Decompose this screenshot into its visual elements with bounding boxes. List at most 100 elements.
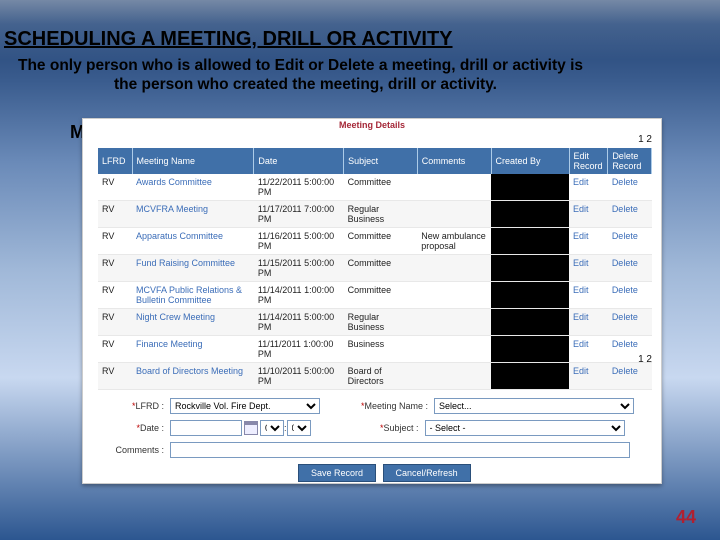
cell-subject: Business: [344, 336, 418, 363]
edit-link[interactable]: Edit: [569, 201, 608, 228]
cell-lfrd: RV: [98, 309, 132, 336]
label-date: *Date :: [98, 423, 170, 433]
label-comments: Comments :: [98, 445, 170, 455]
edit-link[interactable]: Edit: [569, 309, 608, 336]
th-comments[interactable]: Comments: [417, 148, 491, 174]
delete-link[interactable]: Delete: [608, 255, 652, 282]
edit-link[interactable]: Edit: [569, 363, 608, 390]
panel-title: Meeting Details: [82, 120, 662, 130]
cell-created-by-redacted: [491, 201, 569, 228]
th-delete[interactable]: Delete Record: [608, 148, 652, 174]
table-row: RVFund Raising Committee11/15/2011 5:00:…: [98, 255, 652, 282]
date-input[interactable]: [170, 420, 242, 436]
cell-name-link[interactable]: MCVFA Public Relations & Bulletin Commit…: [132, 282, 254, 309]
form-row-2: *Date : 00 : 00 *Subject : - Select -: [98, 420, 652, 436]
th-name[interactable]: Meeting Name: [132, 148, 254, 174]
edit-link[interactable]: Edit: [569, 228, 608, 255]
pager-bottom[interactable]: 1 2: [638, 354, 652, 365]
pager-top[interactable]: 1 2: [638, 134, 652, 145]
delete-link[interactable]: Delete: [608, 363, 652, 390]
cell-created-by-redacted: [491, 336, 569, 363]
cell-name-link[interactable]: Apparatus Committee: [132, 228, 254, 255]
cell-subject: Regular Business: [344, 309, 418, 336]
table-row: RVBoard of Directors Meeting11/10/2011 5…: [98, 363, 652, 390]
cell-lfrd: RV: [98, 336, 132, 363]
cell-subject: Committee: [344, 255, 418, 282]
cell-created-by-redacted: [491, 309, 569, 336]
form-buttons: Save Record Cancel/Refresh: [298, 464, 652, 482]
cell-subject: Committee: [344, 228, 418, 255]
cell-subject: Committee: [344, 174, 418, 201]
meeting-details-panel: Meeting Details 1 2 LFRD Meeting Name Da…: [82, 118, 662, 484]
delete-link[interactable]: Delete: [608, 228, 652, 255]
cell-comments: [417, 174, 491, 201]
cell-subject: Committee: [344, 282, 418, 309]
cell-comments: New ambulance proposal: [417, 228, 491, 255]
cell-comments: [417, 255, 491, 282]
edit-link[interactable]: Edit: [569, 174, 608, 201]
cell-comments: [417, 363, 491, 390]
th-created-by[interactable]: Created By: [491, 148, 569, 174]
delete-link[interactable]: Delete: [608, 282, 652, 309]
cell-date: 11/16/2011 5:00:00 PM: [254, 228, 344, 255]
calendar-icon[interactable]: [244, 421, 258, 435]
cell-name-link[interactable]: MCVFRA Meeting: [132, 201, 254, 228]
slide-title: SCHEDULING A MEETING, DRILL OR ACTIVITY: [4, 28, 453, 51]
cell-name-link[interactable]: Awards Committee: [132, 174, 254, 201]
table-row: RVMCVFRA Meeting11/17/2011 7:00:00 PMReg…: [98, 201, 652, 228]
meeting-form: *LFRD : Rockville Vol. Fire Dept. *Meeti…: [98, 398, 652, 482]
label-lfrd: *LFRD :: [98, 401, 170, 411]
slide: SCHEDULING A MEETING, DRILL OR ACTIVITY …: [0, 0, 720, 540]
cell-comments: [417, 201, 491, 228]
label-subject: *Subject :: [347, 423, 425, 433]
page-number: 44: [676, 507, 696, 528]
table-row: RVApparatus Committee11/16/2011 5:00:00 …: [98, 228, 652, 255]
subtitle-line1: The only person who is allowed to Edit o…: [18, 57, 583, 74]
cancel-button[interactable]: Cancel/Refresh: [383, 464, 471, 482]
cell-lfrd: RV: [98, 201, 132, 228]
form-row-1: *LFRD : Rockville Vol. Fire Dept. *Meeti…: [98, 398, 652, 414]
edit-link[interactable]: Edit: [569, 336, 608, 363]
table-row: RVMCVFA Public Relations & Bulletin Comm…: [98, 282, 652, 309]
save-button[interactable]: Save Record: [298, 464, 376, 482]
edit-link[interactable]: Edit: [569, 282, 608, 309]
hour-select[interactable]: 00: [260, 420, 284, 436]
delete-link[interactable]: Delete: [608, 201, 652, 228]
cell-created-by-redacted: [491, 363, 569, 390]
meetings-table: LFRD Meeting Name Date Subject Comments …: [98, 148, 652, 390]
cell-lfrd: RV: [98, 255, 132, 282]
comments-input[interactable]: [170, 442, 630, 458]
cell-comments: [417, 336, 491, 363]
cell-name-link[interactable]: Fund Raising Committee: [132, 255, 254, 282]
delete-link[interactable]: Delete: [608, 309, 652, 336]
form-row-3: Comments :: [98, 442, 652, 458]
th-edit[interactable]: Edit Record: [569, 148, 608, 174]
slide-subtitle: The only person who is allowed to Edit o…: [18, 56, 700, 95]
minute-select[interactable]: 00: [287, 420, 311, 436]
delete-link[interactable]: Delete: [608, 174, 652, 201]
cell-created-by-redacted: [491, 174, 569, 201]
cell-name-link[interactable]: Night Crew Meeting: [132, 309, 254, 336]
cell-lfrd: RV: [98, 228, 132, 255]
th-subject[interactable]: Subject: [344, 148, 418, 174]
meeting-name-select[interactable]: Select...: [434, 398, 634, 414]
th-lfrd[interactable]: LFRD: [98, 148, 132, 174]
cell-date: 11/14/2011 1:00:00 PM: [254, 282, 344, 309]
cell-subject: Regular Business: [344, 201, 418, 228]
lfrd-select[interactable]: Rockville Vol. Fire Dept.: [170, 398, 320, 414]
cell-subject: Board of Directors: [344, 363, 418, 390]
table-row: RVFinance Meeting11/11/2011 1:00:00 PMBu…: [98, 336, 652, 363]
cell-date: 11/14/2011 5:00:00 PM: [254, 309, 344, 336]
cell-created-by-redacted: [491, 228, 569, 255]
table-header-row: LFRD Meeting Name Date Subject Comments …: [98, 148, 652, 174]
label-meeting: *Meeting Name :: [356, 401, 434, 411]
cell-created-by-redacted: [491, 255, 569, 282]
cell-lfrd: RV: [98, 282, 132, 309]
cell-name-link[interactable]: Finance Meeting: [132, 336, 254, 363]
subject-select[interactable]: - Select -: [425, 420, 625, 436]
cell-date: 11/11/2011 1:00:00 PM: [254, 336, 344, 363]
th-date[interactable]: Date: [254, 148, 344, 174]
cell-comments: [417, 282, 491, 309]
edit-link[interactable]: Edit: [569, 255, 608, 282]
cell-name-link[interactable]: Board of Directors Meeting: [132, 363, 254, 390]
